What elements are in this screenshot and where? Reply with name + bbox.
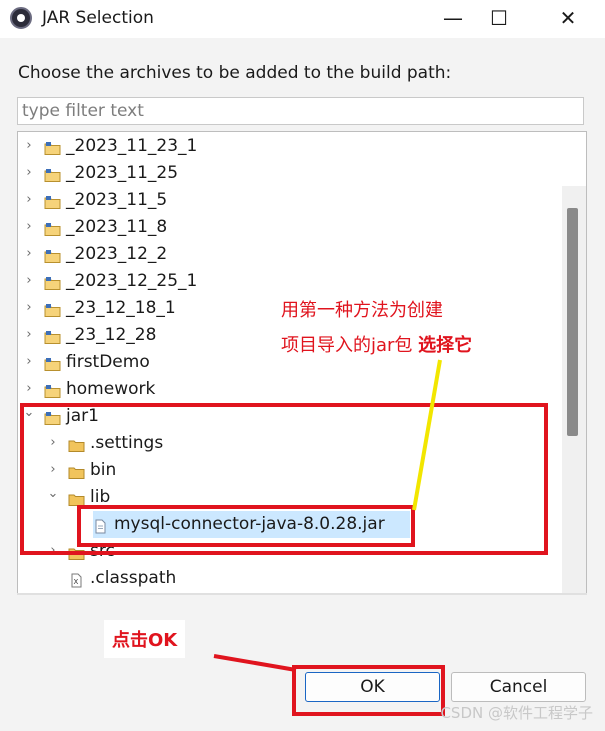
yellow-pointer-line <box>412 359 442 511</box>
annotation-arrows <box>213 359 442 672</box>
watermark: CSDN @软件工程学子 <box>440 704 593 722</box>
red-pointer-line <box>213 654 297 672</box>
